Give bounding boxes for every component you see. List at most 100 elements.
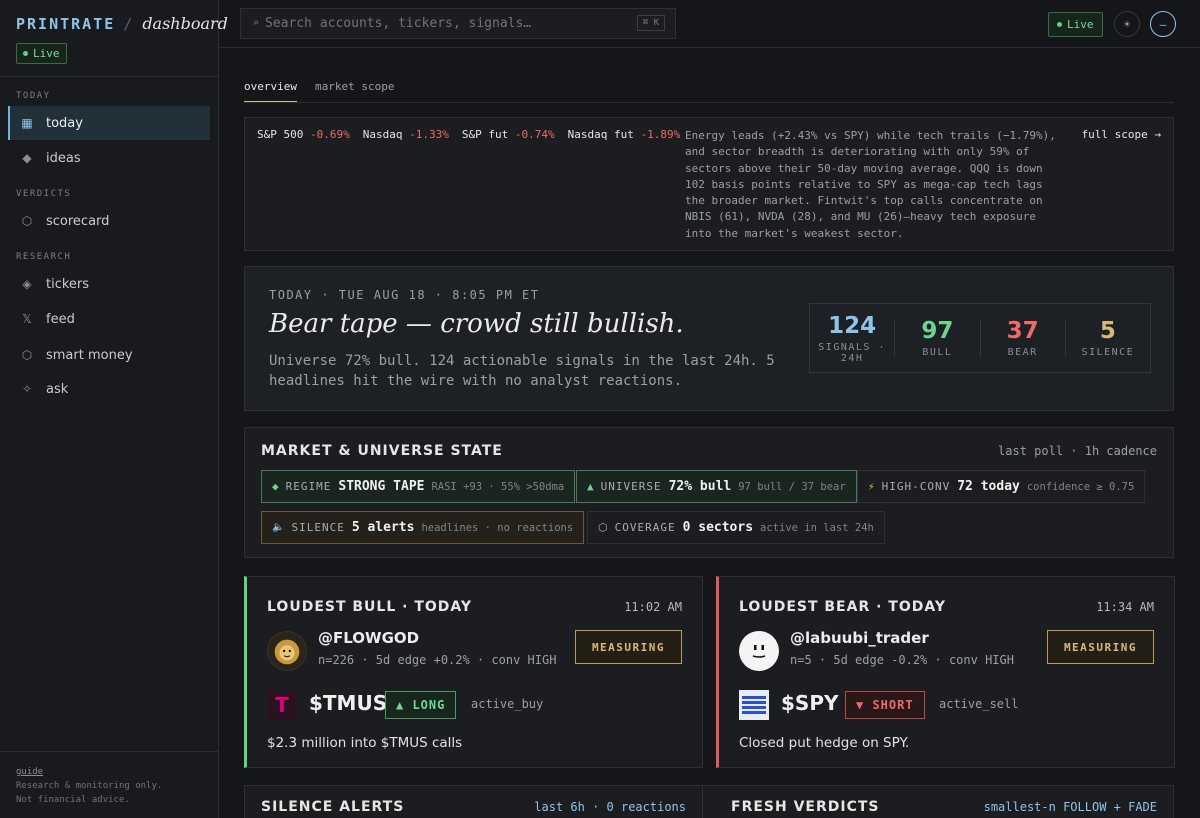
avatar[interactable] <box>739 631 779 671</box>
user-menu-button[interactable]: – <box>1150 11 1176 37</box>
divider <box>0 76 218 77</box>
brand-separator: / <box>123 15 135 33</box>
sidebar-item-smart-money[interactable]: ⬡ smart money <box>8 338 210 372</box>
avatar[interactable] <box>267 631 307 671</box>
tab-market-scope[interactable]: market scope <box>315 80 394 103</box>
ticker-symbol[interactable]: $TMUS <box>309 691 387 715</box>
quote-change: -0.74% <box>514 128 555 141</box>
tmobile-logo-icon: T <box>267 690 297 720</box>
tab-bar: overview market scope <box>244 80 394 103</box>
divider <box>0 751 218 752</box>
sidebar-item-ideas[interactable]: ◆ ideas <box>8 141 210 175</box>
quote-name: Nasdaq fut <box>567 128 634 141</box>
striped-logo-icon <box>742 696 766 714</box>
quote-item: S&P 500 -0.69% <box>257 128 350 141</box>
full-scope-link[interactable]: full scope → <box>1082 128 1161 141</box>
chip-key: UNIVERSE <box>600 480 662 493</box>
stat-value: 37 <box>1006 318 1039 344</box>
account-handle[interactable]: @labuubi_trader <box>790 629 929 647</box>
sidebar-footer: guide Research & monitoring only. Not fi… <box>16 765 162 807</box>
ticker-symbol[interactable]: $SPY <box>781 691 838 715</box>
hero-subtitle: Universe 72% bull. 124 actionable signal… <box>269 353 775 389</box>
section-label-today: TODAY <box>16 91 51 101</box>
lightning-icon: ⚡ <box>868 480 875 493</box>
sidebar-item-scorecard[interactable]: ⬡ scorecard <box>8 204 210 238</box>
stat-value: 97 <box>921 318 954 344</box>
silence-alerts-card: SILENCE ALERTS last 6h · 0 reactions <box>244 785 703 818</box>
logo-letter: T <box>275 693 289 717</box>
guide-link[interactable]: guide <box>16 765 162 779</box>
hero-datetime: TODAY · TUE AUG 18 · 8:05 PM ET <box>269 288 540 302</box>
loudest-bear-card[interactable]: LOUDEST BEAR · TODAY 11:34 AM @labuubi_t… <box>716 576 1175 768</box>
stat-label: SILENCE <box>1081 347 1135 358</box>
post-time: 11:34 AM <box>1096 600 1154 614</box>
account-stats: n=5 · 5d edge -0.2% · conv HIGH <box>790 653 1014 667</box>
quote-name: S&P 500 <box>257 128 304 141</box>
brand[interactable]: PRINTRATE / dashboard <box>16 14 228 33</box>
tab-overview[interactable]: overview <box>244 80 297 103</box>
search-input[interactable]: ⌕ Search accounts, tickers, signals… ⌘ K <box>240 8 676 39</box>
action-tag: active_buy <box>471 697 544 711</box>
sidebar-item-label: today <box>46 115 83 131</box>
diamond-dot-icon: ◈ <box>22 277 32 291</box>
measuring-badge: MEASURING <box>1047 630 1154 664</box>
card-title: LOUDEST BULL · TODAY <box>267 599 473 615</box>
chip-value: STRONG TAPE <box>338 479 425 494</box>
shortcut-hint: ⌘ K <box>636 15 665 31</box>
section-meta: last 6h · 0 reactions <box>534 800 686 814</box>
diamond-icon: ◆ <box>272 480 279 493</box>
sun-icon: ☀ <box>1123 17 1131 31</box>
index-quotes: S&P 500 -0.69% Nasdaq -1.33% S&P fut -0.… <box>257 128 680 141</box>
section-title: FRESH VERDICTS <box>731 799 880 815</box>
quote-change: -1.33% <box>409 128 449 141</box>
live-status-badge: Live <box>1048 12 1103 37</box>
hexagon-icon: ⬡ <box>21 214 33 228</box>
chip-regime[interactable]: ◆ REGIME STRONG TAPE RASI +93 · 55% >50dma <box>261 470 576 503</box>
account-handle[interactable]: @FLOWGOD <box>318 629 419 647</box>
quote-change: -0.69% <box>309 128 350 141</box>
chip-value: 72 today <box>957 479 1020 494</box>
chip-silence[interactable]: 🔈 SILENCE 5 alerts headlines · no reactions <box>261 511 585 544</box>
chip-key: REGIME <box>285 480 332 493</box>
live-dot-icon <box>23 51 28 56</box>
chip-value: 72% bull <box>668 479 732 494</box>
sidebar-item-feed[interactable]: 𝕏feed <box>8 302 210 336</box>
stat-label: SIGNALS · 24H <box>818 341 886 364</box>
avatar-icon: – <box>1159 17 1167 31</box>
hero-card: TODAY · TUE AUG 18 · 8:05 PM ET Bear tap… <box>244 266 1174 411</box>
sidebar: PRINTRATE / dashboard Live TODAY ▦ today ◆ i… <box>0 0 228 818</box>
account-stats: n=226 · 5d edge +0.2% · conv HIGH <box>318 653 557 667</box>
theme-toggle-button[interactable]: ☀ <box>1114 11 1140 37</box>
hero-headline: Bear tape — crowd still bullish. <box>269 309 684 339</box>
chip-universe[interactable]: ▲ UNIVERSE 72% bull 97 bull / 37 bear <box>576 470 857 503</box>
grid-icon: ▦ <box>21 116 33 130</box>
spy-logo-icon <box>739 690 769 720</box>
hexagon-outline-icon: ⬡ <box>21 348 33 362</box>
chip-value: 0 sectors <box>682 520 754 535</box>
sidebar-item-today[interactable]: ▦ today <box>8 106 210 140</box>
sidebar-item-label: tickers <box>46 276 90 292</box>
sidebar-item-label: smart money <box>46 347 133 363</box>
market-state-card: MARKET & UNIVERSE STATE last poll · 1h c… <box>244 427 1174 558</box>
muted-speaker-icon: 🔈 <box>272 522 285 533</box>
chip-sub: RASI +93 · 55% >50dma <box>431 480 565 493</box>
poll-meta: last poll · 1h cadence <box>998 444 1157 458</box>
quote-item: Nasdaq -1.33% <box>363 128 449 141</box>
sidebar-item-label: feed <box>46 311 75 327</box>
chip-coverage[interactable]: ⬡ COVERAGE 0 sectors active in last 24h <box>587 511 885 544</box>
chip-high-conv[interactable]: ⚡ HIGH-CONV 72 today confidence ≥ 0.75 <box>857 470 1146 503</box>
disclaimer-line: Not financial advice. <box>16 795 130 805</box>
chip-sub: headlines · no reactions <box>421 521 574 534</box>
sidebar-item-tickers[interactable]: ◈ tickers <box>8 267 210 301</box>
diamond-icon: ◆ <box>22 151 32 165</box>
sidebar-item-ask[interactable]: ✧ ask <box>8 372 210 406</box>
main-content: overview market scope S&P 500 -0.69% Nas… <box>219 48 1200 818</box>
sidebar-item-label: ask <box>46 381 69 397</box>
loudest-bull-card[interactable]: LOUDEST BULL · TODAY 11:02 AM @FLOWGOD n… <box>244 576 703 768</box>
quote-item: Nasdaq fut -1.89% <box>568 128 681 141</box>
divider <box>244 102 1174 103</box>
stat-value: 5 <box>1099 318 1116 344</box>
section-title: MARKET & UNIVERSE STATE <box>261 443 503 459</box>
stat-signals: 124 SIGNALS · 24H <box>810 313 896 364</box>
stat-bear: 37 BEAR <box>981 318 1066 358</box>
